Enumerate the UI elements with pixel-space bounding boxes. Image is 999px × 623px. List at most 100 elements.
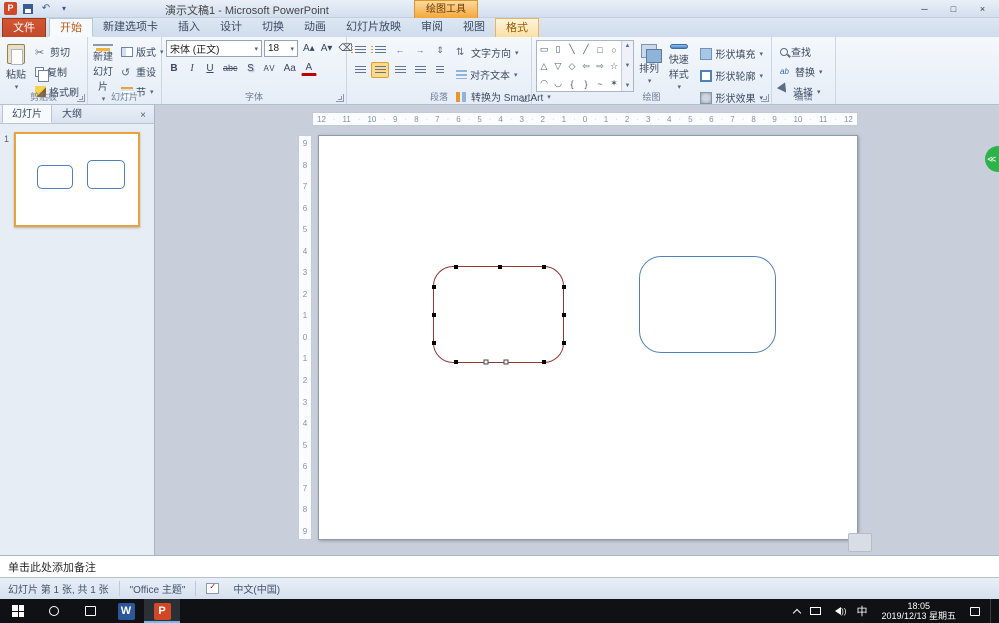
shape-gallery-item[interactable]: ▽	[551, 58, 565, 75]
tab-审阅[interactable]: 审阅	[411, 18, 453, 37]
layout-button[interactable]: 版式	[117, 42, 168, 61]
font-dialog-launcher[interactable]	[336, 94, 344, 102]
edit-point-handle[interactable]	[562, 285, 566, 289]
theme-indicator[interactable]: "Office 主题"	[120, 581, 197, 596]
qat-customize-button[interactable]	[57, 2, 71, 15]
drawing-dialog-launcher[interactable]	[761, 94, 769, 102]
cut-button[interactable]: 剪切	[31, 42, 83, 61]
powerpoint-app-icon[interactable]: P	[4, 2, 17, 15]
paste-button[interactable]: 粘贴	[4, 40, 28, 92]
shape-gallery-item[interactable]: ╱	[579, 41, 593, 58]
decrease-indent-button[interactable]: ←	[391, 42, 409, 58]
vertical-ruler[interactable]: 9876543210123456789	[298, 135, 312, 540]
edit-point-handle[interactable]	[562, 341, 566, 345]
edit-point-handle[interactable]	[432, 313, 436, 317]
horizontal-ruler[interactable]: 12·11·10·9·8·7·6·5·4·3·2·1·0·1·2·3·4·5·6…	[312, 112, 858, 126]
bullets-button[interactable]	[351, 42, 369, 58]
columns-button[interactable]	[431, 62, 449, 78]
volume-tray-icon[interactable]: ))	[831, 607, 846, 616]
edit-point-handle[interactable]	[454, 265, 458, 269]
shape-gallery-item[interactable]: △	[537, 58, 551, 75]
find-button[interactable]: 查找	[776, 42, 827, 61]
bold-button[interactable]: B	[166, 60, 182, 76]
font-size-select[interactable]: 18	[264, 40, 298, 57]
shape-gallery-item[interactable]: ⇨	[593, 58, 607, 75]
justify-button[interactable]	[411, 62, 429, 78]
shape-fill-button[interactable]: 形状填充	[696, 44, 767, 63]
tab-插入[interactable]: 插入	[168, 18, 210, 37]
clipboard-dialog-launcher[interactable]	[77, 94, 85, 102]
tab-动画[interactable]: 动画	[294, 18, 336, 37]
maximize-button[interactable]: □	[940, 1, 967, 16]
grow-font-button[interactable]: A▴	[300, 41, 318, 57]
spellcheck-icon[interactable]	[206, 583, 219, 594]
edit-point-handle-white[interactable]	[484, 360, 489, 365]
align-right-button[interactable]	[391, 62, 409, 78]
numbering-button[interactable]	[371, 42, 389, 58]
shape-gallery-item[interactable]: ╲	[565, 41, 579, 58]
tab-新建选项卡[interactable]: 新建选项卡	[93, 18, 168, 37]
shape-gallery-item[interactable]: □	[593, 41, 607, 58]
minimize-button[interactable]: ─	[911, 1, 938, 16]
tab-文件[interactable]: 文件	[2, 18, 46, 37]
edit-point-handle[interactable]	[432, 285, 436, 289]
edit-point-handle-white[interactable]	[504, 360, 509, 365]
increase-indent-button[interactable]: →	[411, 42, 429, 58]
replace-button[interactable]: 替换	[776, 62, 827, 81]
tab-幻灯片放映[interactable]: 幻灯片放映	[336, 18, 411, 37]
language-indicator[interactable]: 中文(中国)	[223, 581, 290, 596]
tab-切换[interactable]: 切换	[252, 18, 294, 37]
shape-gallery-item[interactable]: ▯	[551, 41, 565, 58]
tab-格式[interactable]: 格式	[495, 18, 539, 37]
shape-gallery-item[interactable]: ▭	[537, 41, 551, 58]
taskbar-word-button[interactable]: W	[108, 599, 144, 623]
shape-gallery-item[interactable]: ☆	[607, 58, 621, 75]
tab-开始[interactable]: 开始	[49, 18, 93, 37]
paragraph-dialog-launcher[interactable]	[521, 94, 529, 102]
reset-button[interactable]: 重设	[117, 62, 168, 81]
text-shadow-button[interactable]: S	[243, 60, 259, 76]
edit-point-handle[interactable]	[542, 360, 546, 364]
search-button[interactable]	[36, 599, 72, 623]
font-name-select[interactable]: 宋体 (正文)	[166, 40, 262, 57]
close-button[interactable]: ×	[969, 1, 996, 16]
taskbar-powerpoint-button[interactable]: P	[144, 599, 180, 623]
panel-close-icon[interactable]: ×	[136, 110, 150, 121]
new-slide-button[interactable]: 新建幻灯片	[92, 40, 114, 92]
save-button[interactable]	[21, 2, 35, 15]
action-center-icon[interactable]	[970, 607, 980, 616]
edit-point-handle[interactable]	[432, 341, 436, 345]
italic-button[interactable]: I	[184, 60, 200, 76]
notes-pane[interactable]: 单击此处添加备注	[0, 555, 999, 577]
copy-button[interactable]: 复制	[31, 62, 83, 81]
underline-button[interactable]: U	[202, 60, 218, 76]
quick-styles-button[interactable]: 快速样式	[664, 40, 693, 92]
tab-视图[interactable]: 视图	[453, 18, 495, 37]
font-color-button[interactable]: A	[301, 61, 317, 76]
rounded-rectangle-shape[interactable]	[639, 256, 776, 353]
undo-button[interactable]	[39, 2, 53, 15]
strikethrough-button[interactable]: abc	[220, 60, 241, 76]
edit-point-handle[interactable]	[498, 265, 502, 269]
panel-tab-outline[interactable]: 大纲	[52, 102, 92, 123]
change-case-button[interactable]: Aa	[281, 60, 299, 76]
shape-gallery-item[interactable]: ⇦	[579, 58, 593, 75]
ime-indicator[interactable]: 中	[856, 603, 867, 619]
edit-point-handle[interactable]	[454, 360, 458, 364]
start-button[interactable]	[0, 599, 36, 623]
hidden-icons-chevron[interactable]	[793, 608, 801, 616]
shape-gallery-item[interactable]: ○	[607, 41, 621, 58]
slide-canvas[interactable]	[318, 135, 858, 540]
shape-gallery-scrollbar[interactable]: ▲▼▼	[621, 41, 633, 91]
tab-设计[interactable]: 设计	[210, 18, 252, 37]
task-view-button[interactable]	[72, 599, 108, 623]
align-left-button[interactable]	[351, 62, 369, 78]
shrink-font-button[interactable]: A▾	[318, 41, 336, 57]
edit-point-handle[interactable]	[542, 265, 546, 269]
show-desktop-button[interactable]	[990, 599, 995, 623]
align-center-button[interactable]	[371, 62, 389, 78]
selected-rounded-rectangle[interactable]	[433, 266, 564, 363]
panel-tab-slides[interactable]: 幻灯片	[2, 102, 52, 123]
arrange-button[interactable]: 排列	[637, 40, 661, 92]
slide-thumbnail[interactable]	[14, 132, 140, 227]
